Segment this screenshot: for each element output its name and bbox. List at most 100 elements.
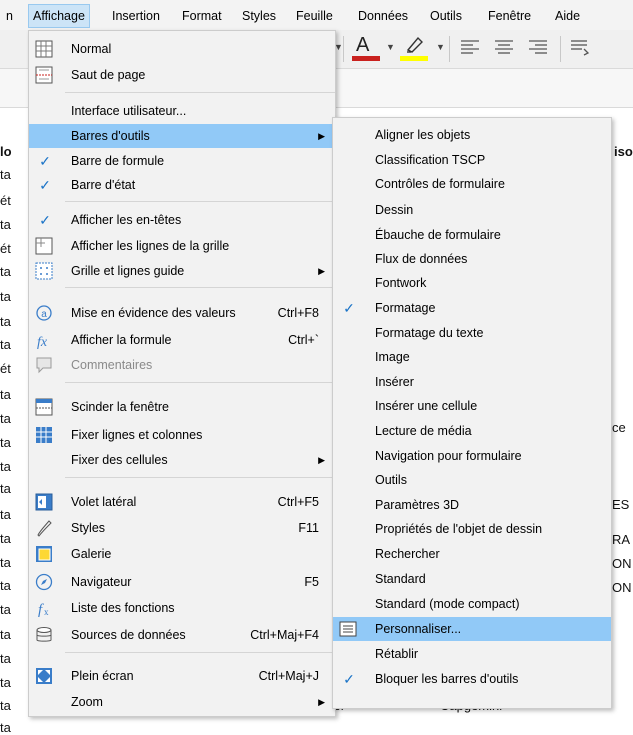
submenu-item-bloquer-les-barres-d-outils[interactable]: ✓ Bloquer les barres d'outils [333, 667, 611, 691]
cell-fragment: ta [0, 264, 11, 279]
menu-item-sources-donnees[interactable]: Sources de données Ctrl+Maj+F4 [29, 623, 335, 647]
cell-fragment: ta [0, 720, 11, 735]
menu-item-volet-lateral[interactable]: Volet latéral Ctrl+F5 [29, 490, 335, 514]
toolbar-separator [449, 36, 450, 62]
submenu-item-fontwork[interactable]: Fontwork [333, 271, 611, 295]
menu-item-afficher-formule[interactable]: fx Afficher la formule Ctrl+` [29, 328, 335, 352]
grid-lines-icon [35, 237, 53, 255]
svg-text:fx: fx [37, 335, 48, 349]
submenu-item-standard[interactable]: Standard [333, 567, 611, 591]
comment-icon [36, 357, 52, 374]
menu-outils[interactable]: Outils [430, 6, 462, 26]
submenu-item-navigation-pour-formulaire[interactable]: Navigation pour formulaire [333, 444, 611, 468]
submenu-item-rechercher[interactable]: Rechercher [333, 542, 611, 566]
menu-item-barres-outils[interactable]: Barres d'outils ▶ [29, 124, 335, 148]
highlight-color-icon[interactable] [396, 34, 432, 62]
cell-fragment: ES [612, 497, 630, 512]
gallery-icon [36, 546, 52, 562]
submenu-item-formatage-du-texte[interactable]: Formatage du texte [333, 321, 611, 345]
submenu-item-proprietes-de-l-objet-de-dessin[interactable]: Propriétés de l'objet de dessin [333, 517, 611, 541]
cell-fragment: ta [0, 411, 11, 426]
cell-fragment: ta [0, 651, 11, 666]
cell-fragment: ta [0, 387, 11, 402]
page-break-icon [35, 66, 53, 84]
chevron-down-icon[interactable]: ▼ [436, 42, 445, 52]
menu-styles[interactable]: Styles [242, 6, 276, 26]
menu-item-galerie[interactable]: Galerie [29, 542, 335, 566]
submenu-item-controles-de-formulaire[interactable]: Contrôles de formulaire [333, 172, 611, 196]
menu-item-barre-formule[interactable]: ✓ Barre de formule [29, 149, 335, 173]
submenu-item-personnaliser[interactable]: Personnaliser... [333, 617, 611, 641]
submenu-arrow-icon: ▶ [318, 266, 325, 276]
cell-fragment: ta [0, 698, 11, 713]
submenu-item-aligner-les-objets[interactable]: Aligner les objets [333, 123, 611, 147]
customize-icon [339, 621, 357, 637]
submenu-item-formatage[interactable]: ✓ Formatage [333, 296, 611, 320]
data-sources-icon [36, 627, 52, 642]
submenu-item-image[interactable]: Image [333, 345, 611, 369]
menu-item-styles[interactable]: Styles F11 [29, 516, 335, 540]
menu-aide[interactable]: Aide [555, 6, 580, 26]
submenu-item-parametres-3d[interactable]: Paramètres 3D [333, 493, 611, 517]
cell-fragment: ON [612, 580, 632, 595]
cell-fragment: ON [612, 556, 632, 571]
submenu-item-lecture-de-media[interactable]: Lecture de média [333, 419, 611, 443]
menu-item-saut-de-page[interactable]: Saut de page [29, 63, 335, 87]
menu-item-navigateur[interactable]: Navigateur F5 [29, 570, 335, 594]
submenu-item-outils[interactable]: Outils [333, 468, 611, 492]
submenu-item-flux-de-donnees[interactable]: Flux de données [333, 247, 611, 271]
submenu-item-inserer[interactable]: Insérer [333, 370, 611, 394]
menu-format[interactable]: Format [182, 6, 222, 26]
cell-fragment: ta [0, 314, 11, 329]
menu-donnees[interactable]: Données [358, 6, 408, 26]
cell-fragment: ét [0, 193, 11, 208]
menu-feuille[interactable]: Feuille [296, 6, 333, 26]
submenu-item-classification-tscp[interactable]: Classification TSCP [333, 148, 611, 172]
menu-item-barre-etat[interactable]: ✓ Barre d'état [29, 173, 335, 197]
sidebar-icon [35, 493, 53, 511]
cell-fragment: ta [0, 507, 11, 522]
affichage-menu: Normal Saut de page Interface utilisateu… [28, 30, 336, 717]
submenu-item-standard-mode-compact[interactable]: Standard (mode compact) [333, 592, 611, 616]
submenu-item-inserer-une-cellule[interactable]: Insérer une cellule [333, 394, 611, 418]
wrap-text-icon[interactable] [570, 39, 590, 57]
menu-item-lignes-grille[interactable]: Afficher les lignes de la grille [29, 234, 335, 258]
submenu-item-dessin[interactable]: Dessin [333, 198, 611, 222]
cell-fragment: ta [0, 217, 11, 232]
menu-affichage[interactable]: Affichage [28, 4, 90, 28]
menu-partial[interactable]: n [6, 6, 13, 26]
menu-bar: n Affichage Insertion Format Styles Feui… [0, 0, 633, 30]
menu-item-plein-ecran[interactable]: Plein écran Ctrl+Maj+J [29, 664, 335, 688]
grid-guide-icon [35, 262, 53, 280]
align-left-icon[interactable] [460, 39, 480, 57]
svg-text:x: x [44, 607, 49, 617]
align-center-icon[interactable] [494, 39, 514, 57]
menu-item-liste-fonctions[interactable]: fx Liste des fonctions [29, 596, 335, 620]
cell-fragment: ta [0, 435, 11, 450]
menu-item-interface-utilisateur[interactable]: Interface utilisateur... [29, 99, 335, 123]
menu-item-fixer-lignes-colonnes[interactable]: Fixer lignes et colonnes [29, 423, 335, 447]
checkmark-icon: ✓ [39, 212, 51, 228]
cell-fragment: RA [612, 532, 631, 547]
chevron-down-icon[interactable]: ▼ [386, 42, 395, 52]
menu-item-mise-en-evidence[interactable]: a Mise en évidence des valeurs Ctrl+F8 [29, 301, 335, 325]
submenu-item-retablir[interactable]: Rétablir [333, 642, 611, 666]
menu-fenetre[interactable]: Fenêtre [488, 6, 531, 26]
cell-fragment: ét [0, 241, 11, 256]
align-right-icon[interactable] [528, 39, 548, 57]
menu-item-grille-lignes-guide[interactable]: Grille et lignes guide ▶ [29, 259, 335, 283]
menu-item-fixer-cellules[interactable]: Fixer des cellules ▶ [29, 448, 335, 472]
menu-item-zoom[interactable]: Zoom ▶ [29, 690, 335, 714]
function-list-icon: fx [38, 602, 49, 617]
font-color-icon[interactable]: A [348, 34, 384, 62]
menu-insertion[interactable]: Insertion [112, 6, 160, 26]
menu-separator [65, 201, 335, 202]
cell-fragment: ta [0, 627, 11, 642]
submenu-item-ebauche-de-formulaire[interactable]: Ébauche de formulaire [333, 223, 611, 247]
navigator-icon [35, 573, 53, 591]
menu-item-afficher-en-tetes[interactable]: ✓ Afficher les en-têtes [29, 208, 335, 232]
checkmark-icon: ✓ [39, 153, 51, 169]
menu-item-normal[interactable]: Normal [29, 37, 335, 61]
menu-item-scinder-fenetre[interactable]: Scinder la fenêtre [29, 395, 335, 419]
styles-icon [37, 520, 52, 537]
